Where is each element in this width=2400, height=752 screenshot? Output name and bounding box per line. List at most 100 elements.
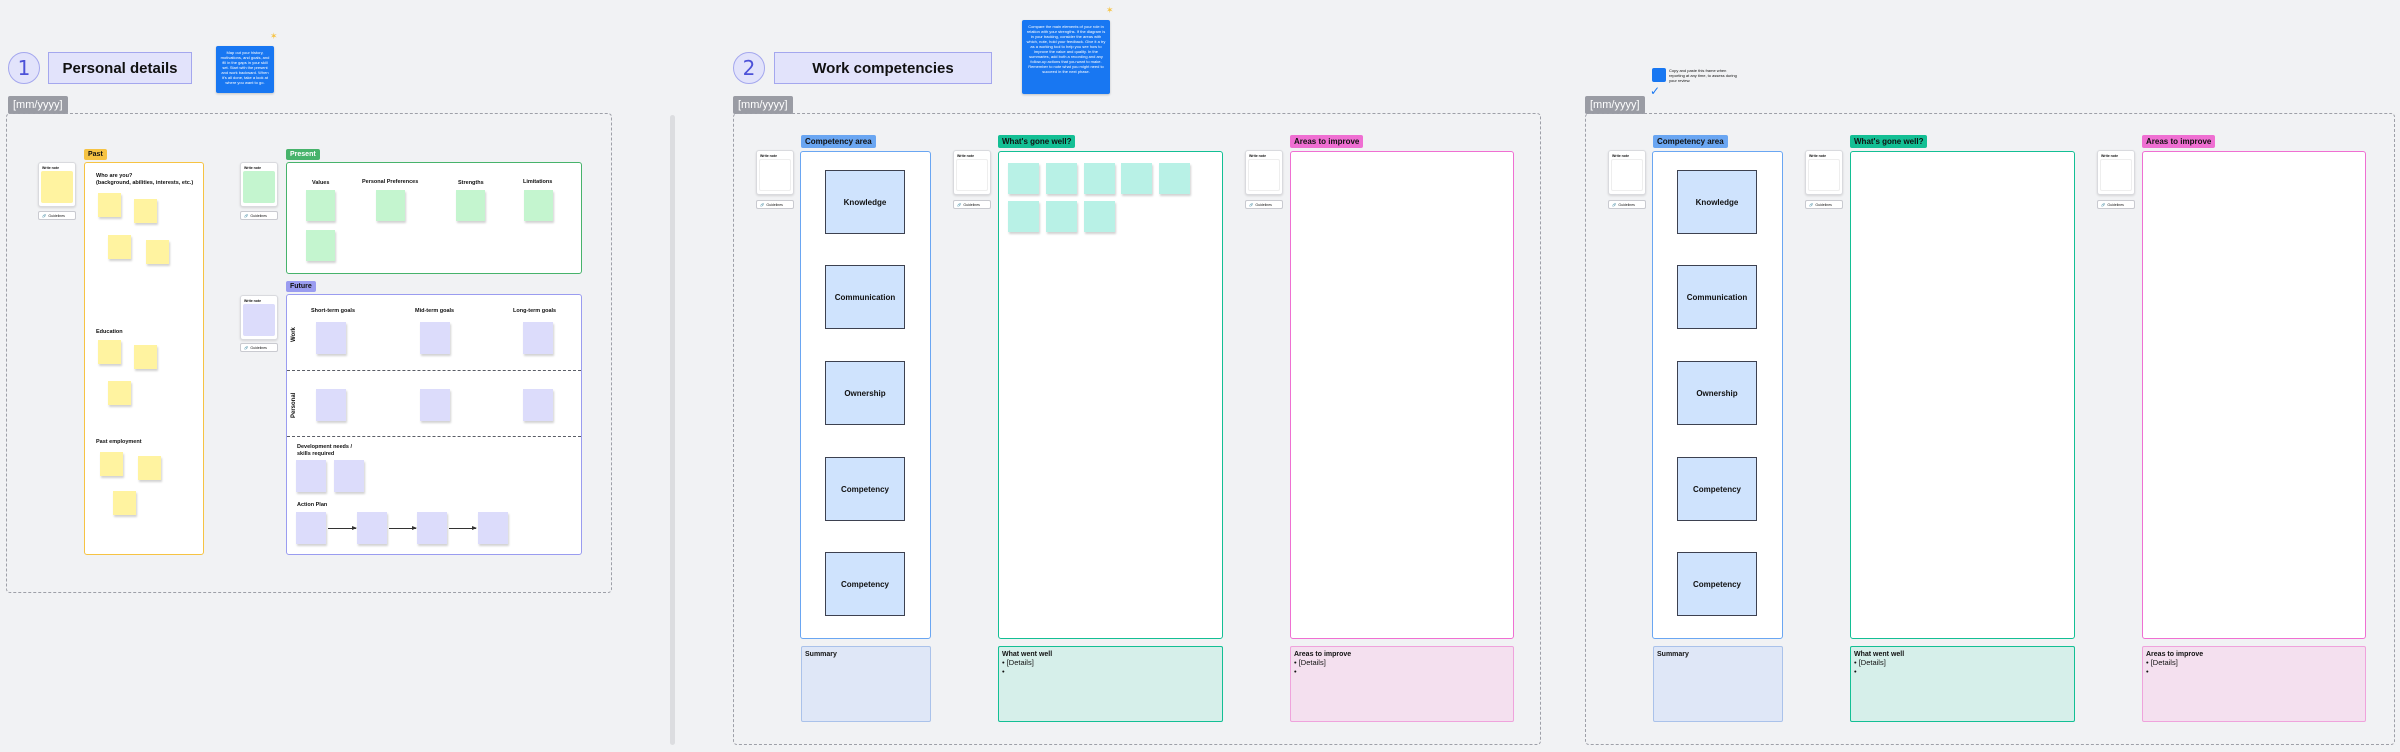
sticky-note[interactable] xyxy=(108,235,131,259)
guidelines-chip[interactable]: 🔗 Guidelines xyxy=(1608,200,1646,209)
copy-frame-sticky[interactable] xyxy=(1652,68,1666,82)
present-header-personal-preferences: Personal Preferences xyxy=(362,179,419,185)
write-note-card[interactable]: Write note xyxy=(953,150,991,195)
sticky-note[interactable] xyxy=(138,456,161,480)
competency-communication[interactable]: Communication xyxy=(1677,265,1757,329)
write-note-card[interactable]: Write note xyxy=(1245,150,1283,195)
sticky-note[interactable] xyxy=(1008,163,1039,194)
sticky-note[interactable] xyxy=(523,322,553,354)
sticky-note[interactable] xyxy=(98,340,121,364)
instruction-sticky-note[interactable]: Map out your history, motivations, and g… xyxy=(216,46,274,93)
sticky-note[interactable] xyxy=(113,491,136,515)
competency-knowledge[interactable]: Knowledge xyxy=(825,170,905,234)
sticky-template[interactable] xyxy=(1611,159,1643,191)
sticky-note[interactable] xyxy=(296,512,326,544)
canvas-scroll-divider[interactable] xyxy=(670,115,675,745)
competency-area-label: Competency area xyxy=(1653,135,1728,148)
sticky-note[interactable] xyxy=(456,190,485,221)
sticky-template[interactable] xyxy=(1808,159,1840,191)
competency-area-label: Competency area xyxy=(801,135,876,148)
competency-communication[interactable]: Communication xyxy=(825,265,905,329)
sticky-note[interactable] xyxy=(98,193,121,217)
guidelines-chip[interactable]: 🔗 Guidelines xyxy=(1805,200,1843,209)
competency-item[interactable]: Competency xyxy=(1677,457,1757,521)
sticky-note[interactable] xyxy=(134,345,157,369)
sticky-template[interactable] xyxy=(243,171,275,203)
sticky-note[interactable] xyxy=(420,322,450,354)
sticky-template[interactable] xyxy=(2100,159,2132,191)
instruction-sticky-note[interactable]: Compare the main elements of your role i… xyxy=(1022,20,1110,94)
sticky-note[interactable] xyxy=(296,460,326,492)
areas-to-improve-summary[interactable]: Areas to improve • [Details] • xyxy=(2142,646,2366,722)
areas-to-improve-column[interactable] xyxy=(2142,151,2366,639)
sticky-note[interactable] xyxy=(146,240,169,264)
sticky-note[interactable] xyxy=(478,512,508,544)
sticky-note[interactable] xyxy=(420,389,450,421)
guidelines-chip[interactable]: 🔗 Guidelines xyxy=(953,200,991,209)
guidelines-chip[interactable]: 🔗 Guidelines xyxy=(1245,200,1283,209)
guidelines-chip[interactable]: 🔗 Guidelines xyxy=(240,343,278,352)
write-note-card[interactable]: Write note xyxy=(240,295,278,340)
gone-well-column[interactable] xyxy=(1850,151,2075,639)
sticky-note[interactable] xyxy=(1046,201,1077,232)
present-header-limitations: Limitations xyxy=(523,179,553,185)
sticky-note[interactable] xyxy=(108,381,131,405)
summary-box[interactable]: Summary xyxy=(801,646,931,722)
sticky-note[interactable] xyxy=(1084,163,1115,194)
sticky-note[interactable] xyxy=(523,389,553,421)
sticky-note[interactable] xyxy=(1121,163,1152,194)
sticky-note[interactable] xyxy=(1008,201,1039,232)
sticky-note[interactable] xyxy=(334,460,364,492)
write-note-card[interactable]: Write note xyxy=(38,162,76,207)
sticky-note[interactable] xyxy=(524,190,553,221)
competency-knowledge[interactable]: Knowledge xyxy=(1677,170,1757,234)
sticky-note[interactable] xyxy=(306,190,335,221)
write-note-card[interactable]: Write note xyxy=(756,150,794,195)
competency-ownership[interactable]: Ownership xyxy=(825,361,905,425)
sticky-note[interactable] xyxy=(357,512,387,544)
sticky-note[interactable] xyxy=(100,452,123,476)
competency-item[interactable]: Competency xyxy=(825,552,905,616)
guidelines-chip[interactable]: 🔗 Guidelines xyxy=(2097,200,2135,209)
date-tag[interactable]: [mm/yyyy] xyxy=(1585,96,1645,114)
link-icon: 🔗 xyxy=(957,202,962,207)
future-label: Future xyxy=(286,281,316,292)
sticky-note[interactable] xyxy=(134,199,157,223)
write-note-card[interactable]: Write note xyxy=(2097,150,2135,195)
what-went-well-summary[interactable]: What went well • [Details] • xyxy=(998,646,1223,722)
section-title-work-competencies[interactable]: Work competencies xyxy=(774,52,992,84)
sticky-template[interactable] xyxy=(1248,159,1280,191)
write-note-card[interactable]: Write note xyxy=(1608,150,1646,195)
what-went-well-summary[interactable]: What went well • [Details] • xyxy=(1850,646,2075,722)
competency-item[interactable]: Competency xyxy=(825,457,905,521)
sticky-template[interactable] xyxy=(41,171,73,203)
sticky-note[interactable] xyxy=(1159,163,1190,194)
date-tag[interactable]: [mm/yyyy] xyxy=(8,96,68,114)
sticky-note[interactable] xyxy=(316,322,346,354)
areas-to-improve-summary[interactable]: Areas to improve • [Details] • xyxy=(1290,646,1514,722)
areas-to-improve-column[interactable] xyxy=(1290,151,1514,639)
guidelines-chip[interactable]: 🔗 Guidelines xyxy=(756,200,794,209)
competency-ownership[interactable]: Ownership xyxy=(1677,361,1757,425)
areas-to-improve-label: Areas to improve xyxy=(1290,135,1364,148)
competency-item[interactable]: Competency xyxy=(1677,552,1757,616)
arrow-connector xyxy=(449,526,477,530)
guidelines-chip[interactable]: 🔗 Guidelines xyxy=(240,211,278,220)
row-label-personal: Personal xyxy=(291,392,297,418)
sticky-template[interactable] xyxy=(243,304,275,336)
sticky-note[interactable] xyxy=(1046,163,1077,194)
write-note-card[interactable]: Write note xyxy=(1805,150,1843,195)
guidelines-chip[interactable]: 🔗 Guidelines xyxy=(38,211,76,220)
sticky-note[interactable] xyxy=(376,190,405,221)
section-number-2: 2 xyxy=(733,52,765,84)
sticky-template[interactable] xyxy=(956,159,988,191)
sticky-note[interactable] xyxy=(306,230,335,261)
sticky-template[interactable] xyxy=(759,159,791,191)
section-title-personal-details[interactable]: Personal details xyxy=(48,52,192,84)
sticky-note[interactable] xyxy=(1084,201,1115,232)
sticky-note[interactable] xyxy=(417,512,447,544)
sticky-note[interactable] xyxy=(316,389,346,421)
date-tag[interactable]: [mm/yyyy] xyxy=(733,96,793,114)
write-note-card[interactable]: Write note xyxy=(240,162,278,207)
summary-box[interactable]: Summary xyxy=(1653,646,1783,722)
